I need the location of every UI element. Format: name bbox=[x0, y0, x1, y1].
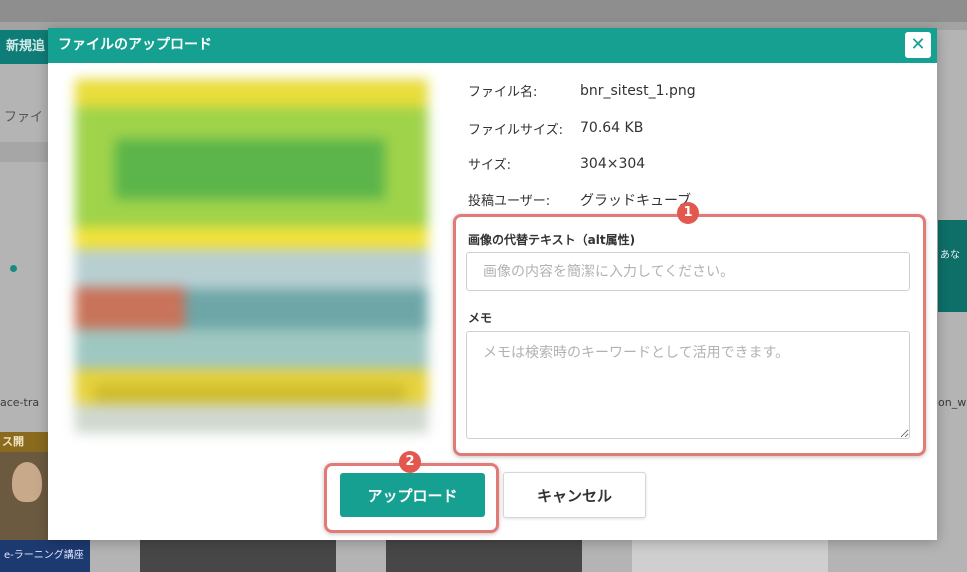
background-stripe bbox=[0, 142, 50, 162]
background-ad-right: あな bbox=[938, 220, 967, 312]
background-ribbon: ス開 bbox=[0, 432, 50, 452]
dialog-title: ファイルのアップロード bbox=[58, 37, 212, 53]
filename-value: bnr_sitest_1.png bbox=[580, 83, 696, 99]
background-thumbnail bbox=[386, 540, 582, 572]
background-thumbnail-left: ス開 bbox=[0, 432, 50, 540]
upload-dialog: ファイルのアップロード ✕ ファイル名: bnr_sitest_1.png ファ… bbox=[48, 28, 937, 540]
filesize-value: 70.64 KB bbox=[580, 120, 644, 136]
background-topbar bbox=[0, 0, 967, 22]
background-thumbnail bbox=[140, 540, 336, 572]
background-radio-dot bbox=[10, 265, 17, 272]
filesize-label: ファイルサイズ: bbox=[468, 123, 563, 138]
background-person-photo bbox=[12, 462, 42, 502]
memo-textarea[interactable] bbox=[466, 331, 910, 439]
background-thumbnail bbox=[632, 540, 828, 572]
background-filename-right: on_w bbox=[938, 396, 967, 409]
background-learning-label: e-ラーニング講座 bbox=[0, 540, 90, 572]
callout-badge-2: 2 bbox=[399, 451, 421, 473]
dialog-header: ファイルのアップロード ✕ bbox=[48, 28, 937, 63]
filename-label: ファイル名: bbox=[468, 85, 538, 100]
size-value: 304×304 bbox=[580, 156, 646, 172]
background-file-label: ファイ bbox=[4, 110, 44, 125]
upload-button[interactable]: アップロード bbox=[340, 473, 485, 517]
memo-label: メモ bbox=[468, 311, 493, 325]
close-button[interactable]: ✕ bbox=[905, 32, 931, 58]
callout-badge-1: 1 bbox=[677, 202, 699, 224]
size-label: サイズ: bbox=[468, 158, 511, 173]
uploader-value: グラッドキューブ bbox=[580, 193, 692, 209]
close-icon: ✕ bbox=[910, 34, 926, 55]
background-filename-left: ace-tra bbox=[0, 396, 40, 409]
cancel-button[interactable]: キャンセル bbox=[503, 472, 646, 518]
uploader-label: 投稿ユーザー: bbox=[468, 194, 551, 209]
alt-text-input[interactable] bbox=[466, 252, 910, 291]
image-preview bbox=[75, 79, 428, 433]
alt-text-label: 画像の代替テキスト（alt属性) bbox=[468, 233, 636, 247]
